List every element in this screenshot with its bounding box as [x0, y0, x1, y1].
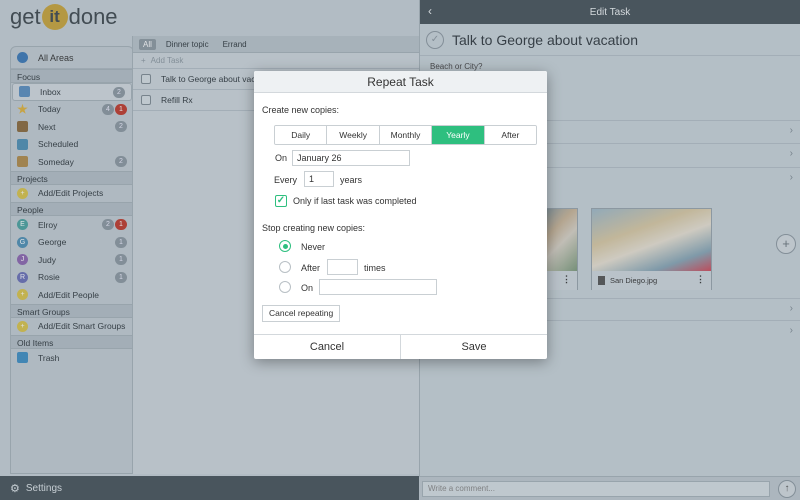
- stop-after-radio[interactable]: [279, 261, 291, 273]
- cancel-button[interactable]: Cancel: [254, 335, 401, 359]
- every-interval-field[interactable]: 1: [304, 171, 334, 187]
- stop-never-radio[interactable]: [279, 240, 291, 252]
- save-button[interactable]: Save: [401, 335, 547, 359]
- only-if-completed-checkbox[interactable]: ✓: [275, 195, 287, 207]
- repeat-frequency-selector: Daily Weekly Monthly Yearly After: [274, 125, 537, 145]
- option-monthly[interactable]: Monthly: [379, 126, 433, 144]
- dialog-footer: Cancel Save: [254, 334, 547, 359]
- stop-copies-label: Stop creating new copies:: [262, 223, 366, 233]
- stop-after-unit: times: [364, 263, 386, 273]
- stop-on-label: On: [301, 283, 314, 293]
- create-copies-label: Create new copies:: [262, 105, 340, 115]
- option-daily[interactable]: Daily: [275, 126, 328, 144]
- every-unit-label: years: [340, 175, 363, 185]
- stop-after-count-field[interactable]: [327, 259, 358, 275]
- repeat-task-dialog: Repeat Task Create new copies: Daily Wee…: [254, 71, 547, 359]
- dialog-title: Repeat Task: [254, 71, 547, 93]
- option-weekly[interactable]: Weekly: [327, 126, 380, 144]
- stop-after-label: After: [301, 263, 321, 273]
- repeat-date-field[interactable]: January 26: [292, 150, 410, 166]
- stop-on-radio[interactable]: [279, 281, 291, 293]
- option-after[interactable]: After: [484, 126, 536, 144]
- stop-never-label: Never: [301, 242, 326, 252]
- every-label: Every: [274, 175, 298, 185]
- stop-on-date-field[interactable]: [319, 279, 437, 295]
- on-label: On: [275, 153, 288, 163]
- cancel-repeating-button[interactable]: Cancel repeating: [262, 305, 341, 322]
- only-if-completed-label: Only if last task was completed: [293, 196, 417, 206]
- option-yearly[interactable]: Yearly: [432, 126, 485, 144]
